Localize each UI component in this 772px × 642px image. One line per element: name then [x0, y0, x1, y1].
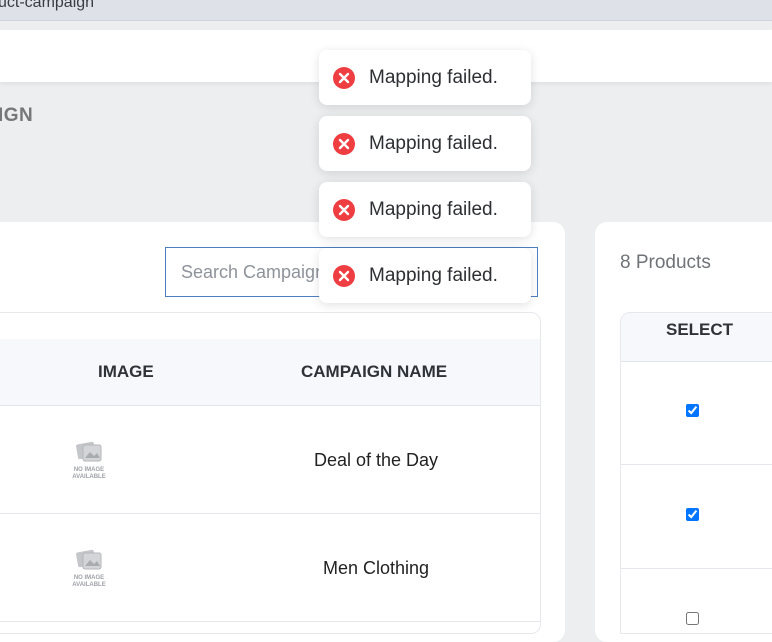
error-toast[interactable]: Mapping failed.: [319, 50, 531, 105]
toast-message: Mapping failed.: [369, 67, 498, 88]
error-toast[interactable]: Mapping failed.: [319, 248, 531, 303]
product-select-checkbox[interactable]: [686, 612, 699, 625]
error-toast[interactable]: Mapping failed.: [319, 182, 531, 237]
address-text: uct-campaign: [0, 0, 95, 11]
error-icon: [333, 133, 355, 155]
photo-icon: [76, 549, 102, 570]
toast-message: Mapping failed.: [369, 199, 498, 220]
products-table-header: SELECT: [621, 313, 772, 362]
no-image-text: NO IMAGE AVAILABLE: [72, 467, 106, 480]
browser-address-bar[interactable]: uct-campaign: [0, 0, 772, 21]
table-row[interactable]: NO IMAGE AVAILABLE Deal of the Day: [0, 406, 540, 514]
no-image-text: NO IMAGE AVAILABLE: [72, 575, 106, 588]
column-header-select: SELECT: [666, 320, 734, 339]
page-title: IGN: [0, 105, 34, 126]
product-row: [621, 569, 772, 633]
campaign-name: Deal of the Day: [313, 450, 439, 470]
no-image-placeholder: NO IMAGE AVAILABLE: [69, 549, 109, 591]
error-icon: [333, 199, 355, 221]
column-header-campaign-name: CAMPAIGN NAME: [301, 362, 448, 381]
campaign-name: Men Clothing: [322, 558, 430, 578]
product-select-checkbox[interactable]: [686, 404, 699, 417]
campaigns-table: IMAGE CAMPAIGN NAME NO IMAGE AVAILABLE D…: [0, 312, 541, 634]
toast-message: Mapping failed.: [369, 133, 498, 154]
photo-icon: [76, 441, 102, 462]
error-icon: [333, 265, 355, 287]
error-toast[interactable]: Mapping failed.: [319, 116, 531, 171]
products-count: 8 Products: [620, 252, 711, 273]
table-header: IMAGE CAMPAIGN NAME: [0, 339, 540, 406]
product-row: [621, 465, 772, 569]
toast-message: Mapping failed.: [369, 265, 498, 286]
table-row[interactable]: NO IMAGE AVAILABLE Men Clothing: [0, 514, 540, 622]
products-table: SELECT: [620, 312, 772, 634]
product-row: [621, 361, 772, 465]
column-header-image: IMAGE: [98, 362, 154, 381]
error-icon: [333, 67, 355, 89]
no-image-placeholder: NO IMAGE AVAILABLE: [69, 441, 109, 483]
product-select-checkbox[interactable]: [686, 508, 699, 521]
